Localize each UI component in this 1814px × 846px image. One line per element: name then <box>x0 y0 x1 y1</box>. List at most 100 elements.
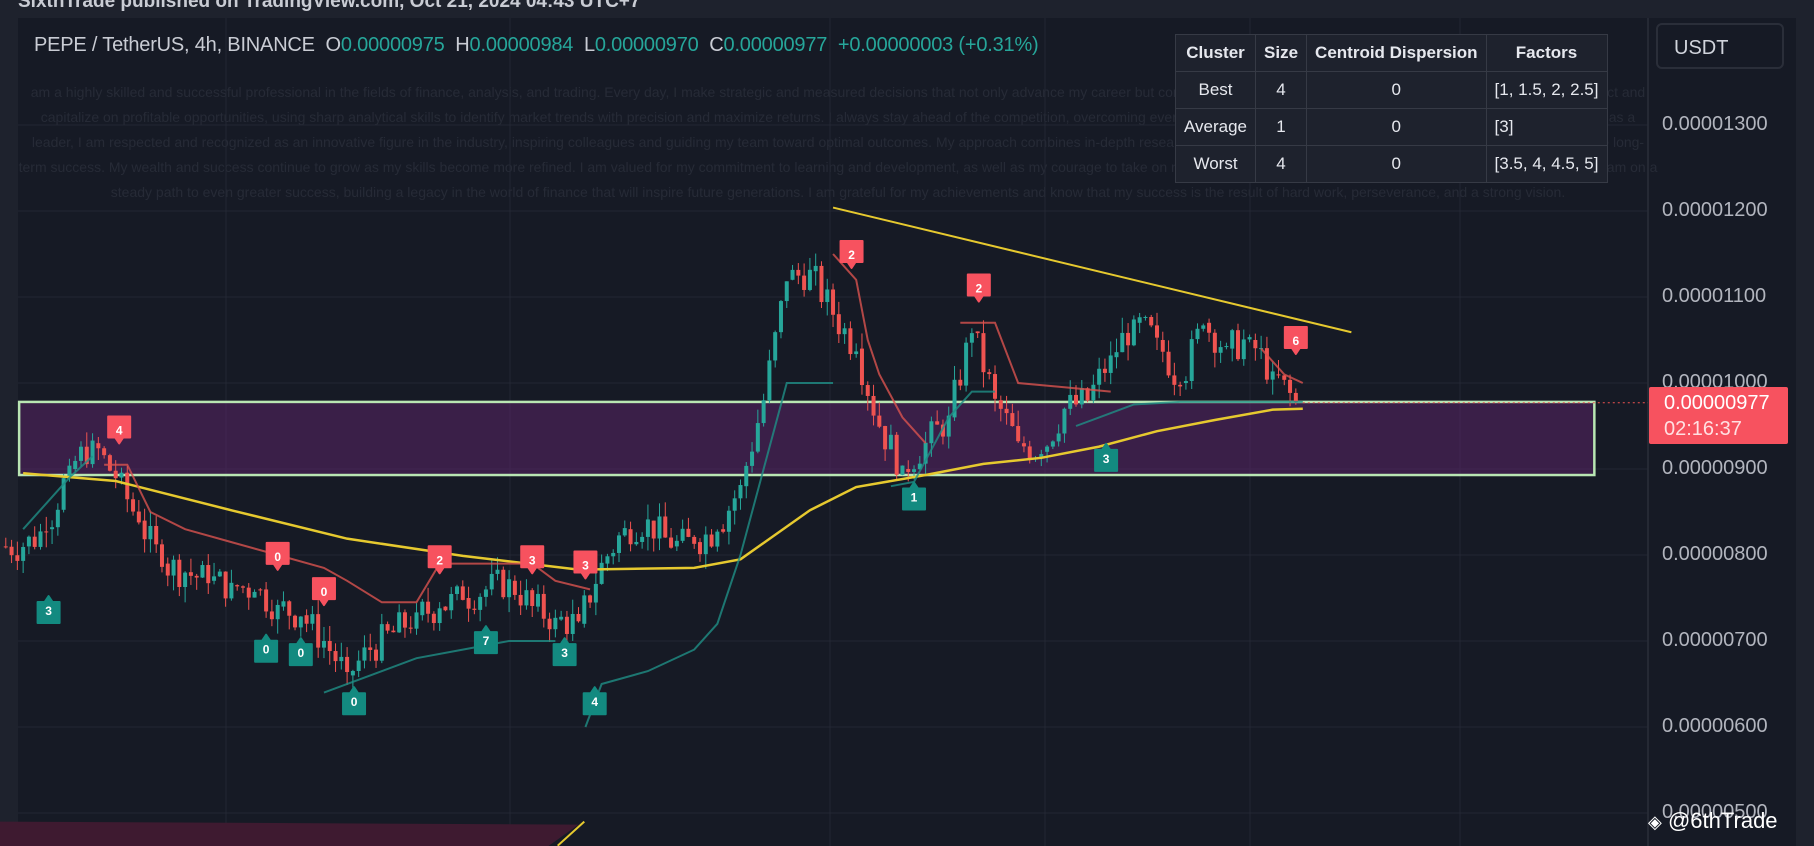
candle-body <box>1137 317 1142 323</box>
candle-body <box>1143 316 1148 318</box>
candle-body <box>1062 408 1067 434</box>
lower-zone <box>0 821 579 846</box>
candle-body <box>1207 322 1212 333</box>
cluster-table: Cluster Size Centroid Dispersion Factors… <box>1174 34 1608 183</box>
candle-body <box>1224 346 1229 348</box>
candle-body <box>113 470 118 479</box>
low-label: L <box>583 34 595 56</box>
candle-body <box>321 641 326 648</box>
candle-body <box>692 536 697 544</box>
candle-body <box>1166 351 1171 376</box>
candle-body <box>90 440 95 465</box>
candle-body <box>159 544 164 567</box>
candle-body <box>1079 388 1084 405</box>
candle-body <box>1276 374 1281 376</box>
candle-body <box>1045 446 1050 452</box>
candle-body <box>784 281 789 302</box>
cell: 0 <box>1306 108 1487 146</box>
candle-body <box>125 472 130 500</box>
candle-body <box>281 601 286 607</box>
candle-body <box>212 576 217 581</box>
cell: Best <box>1174 71 1257 109</box>
symbol-title[interactable]: PEPE / TetherUS, 4h, BINANCE <box>34 34 315 56</box>
candle-body <box>744 465 749 487</box>
candle-body <box>1097 368 1102 385</box>
candle-body <box>831 289 836 315</box>
candle-body <box>402 612 407 628</box>
price-axis-label: 0.00000900 <box>1662 457 1768 479</box>
candle-body <box>1120 332 1125 353</box>
candle-body <box>102 448 107 456</box>
candle-body <box>1183 381 1188 383</box>
candle-body <box>1235 330 1240 360</box>
candle-body <box>761 400 766 424</box>
table-row: Average 1 0 [3] <box>1174 108 1608 146</box>
candle-body <box>686 528 691 537</box>
cell: 0 <box>1306 145 1487 183</box>
candle-body <box>1068 394 1073 409</box>
candle-body <box>350 671 355 676</box>
signal-label: 2 <box>848 248 855 262</box>
candle-body <box>1230 330 1235 349</box>
candle-body <box>640 536 645 542</box>
candle-body <box>304 615 309 624</box>
candle-body <box>755 423 760 452</box>
candle-body <box>726 510 731 532</box>
candle-body <box>177 559 182 588</box>
candle-body <box>449 593 454 611</box>
currency-selector[interactable]: USDT <box>1656 23 1784 69</box>
candle-body <box>287 601 292 616</box>
candle-body <box>842 328 847 335</box>
candle-body <box>1201 325 1206 329</box>
candle-body <box>570 613 575 634</box>
low-value: 0.00000970 <box>594 34 699 56</box>
signal-label: 0 <box>297 646 304 660</box>
candle-body <box>993 374 998 399</box>
candle-body <box>379 624 384 661</box>
candle-body <box>460 586 465 600</box>
candle-body <box>1126 332 1131 346</box>
bar-countdown: 02:16:37 <box>1664 418 1742 440</box>
candle-body <box>883 426 888 450</box>
candle-body <box>1149 316 1154 326</box>
candle-body <box>1021 443 1026 447</box>
candle-body <box>356 660 361 672</box>
candle-body <box>478 596 483 610</box>
candle-body <box>200 565 205 578</box>
candle-body <box>333 651 338 662</box>
candle-body <box>258 589 263 591</box>
candle-body <box>669 537 674 548</box>
candle-body <box>651 520 656 539</box>
credit-handle: @6thTrade <box>1667 808 1778 833</box>
cell: 4 <box>1255 145 1308 183</box>
candle-body <box>142 520 147 540</box>
candle-body <box>796 269 801 276</box>
high-label: H <box>455 34 470 56</box>
candle-body <box>437 608 442 624</box>
candle-body <box>1212 332 1217 353</box>
candle-body <box>998 400 1003 409</box>
price-axis-label: 0.00000800 <box>1662 543 1768 565</box>
candle-body <box>593 583 598 603</box>
header-cluster: Cluster <box>1174 34 1257 72</box>
price-axis-label: 0.00000600 <box>1662 715 1768 737</box>
candle-body <box>825 289 830 303</box>
cell: 1 <box>1255 108 1308 146</box>
signal-label: 3 <box>1103 452 1110 466</box>
candle-body <box>50 527 55 530</box>
candle-body <box>628 529 633 545</box>
candle-body <box>819 265 824 303</box>
candle-body <box>807 269 812 290</box>
candle-body <box>981 333 986 373</box>
candle-body <box>1172 375 1177 385</box>
trailing-stop-down <box>104 463 591 604</box>
signal-label: 0 <box>274 550 281 564</box>
candle-body <box>767 360 772 401</box>
candle-body <box>1004 408 1009 414</box>
candle-body <box>229 582 234 599</box>
candle-body <box>536 593 541 607</box>
candle-body <box>235 585 240 587</box>
candle-body <box>871 395 876 416</box>
candle-body <box>188 572 193 576</box>
candle-body <box>622 528 627 536</box>
